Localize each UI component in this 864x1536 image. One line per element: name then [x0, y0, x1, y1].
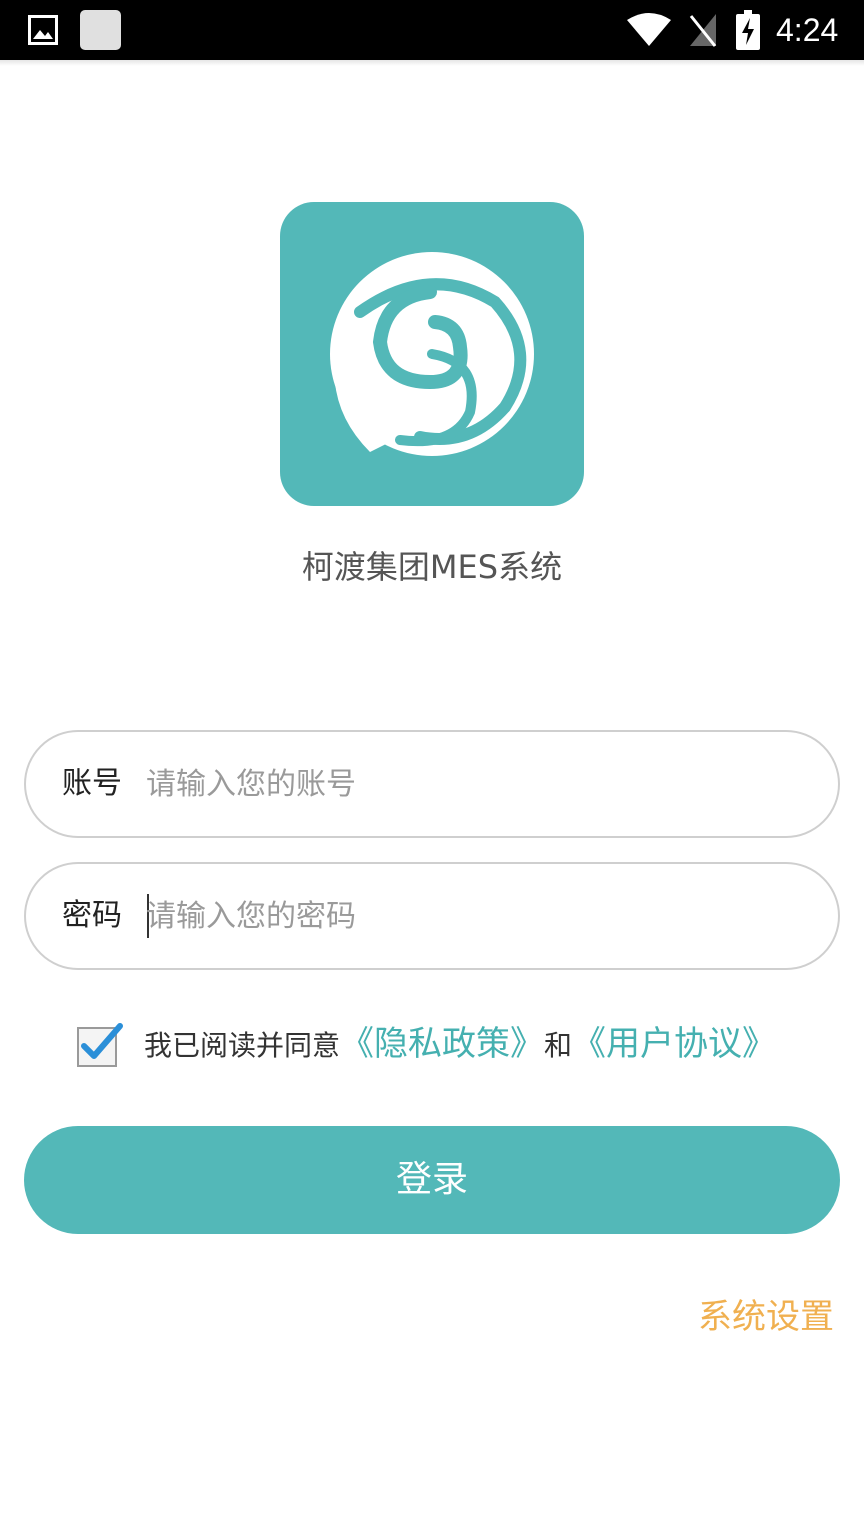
privacy-policy-link[interactable]: 《隐私政策》: [340, 1024, 544, 1064]
agreement-text: 我已阅读并同意《隐私政策》和《用户协议》: [144, 1022, 776, 1068]
agreement-and: 和: [544, 1029, 573, 1062]
notification-icon: [80, 10, 121, 50]
app-logo: [280, 202, 584, 506]
password-field[interactable]: 密码: [24, 862, 840, 970]
account-input[interactable]: [146, 756, 806, 812]
password-label: 密码: [62, 898, 122, 933]
swirl-logo-icon: [330, 252, 534, 456]
gallery-icon: [28, 15, 58, 45]
user-agreement-link[interactable]: 《用户协议》: [572, 1024, 776, 1064]
signal-off-icon: [688, 12, 718, 48]
divider: [0, 60, 864, 66]
wifi-icon: [626, 12, 672, 48]
app-title: 柯渡集团MES系统: [301, 548, 563, 586]
battery-charging-icon: [736, 10, 760, 50]
agreement-checkbox[interactable]: [76, 1022, 123, 1067]
status-bar: 4:24: [0, 0, 864, 60]
login-button[interactable]: 登录: [24, 1126, 840, 1234]
agreement-prefix: 我已阅读并同意: [144, 1029, 341, 1062]
status-time: 4:24: [776, 12, 839, 48]
checkbox-checked-icon: [77, 1023, 123, 1067]
account-field[interactable]: 账号: [24, 730, 840, 838]
account-label: 账号: [62, 766, 122, 801]
password-input[interactable]: [146, 888, 806, 944]
system-settings-link[interactable]: 系统设置: [698, 1292, 834, 1342]
